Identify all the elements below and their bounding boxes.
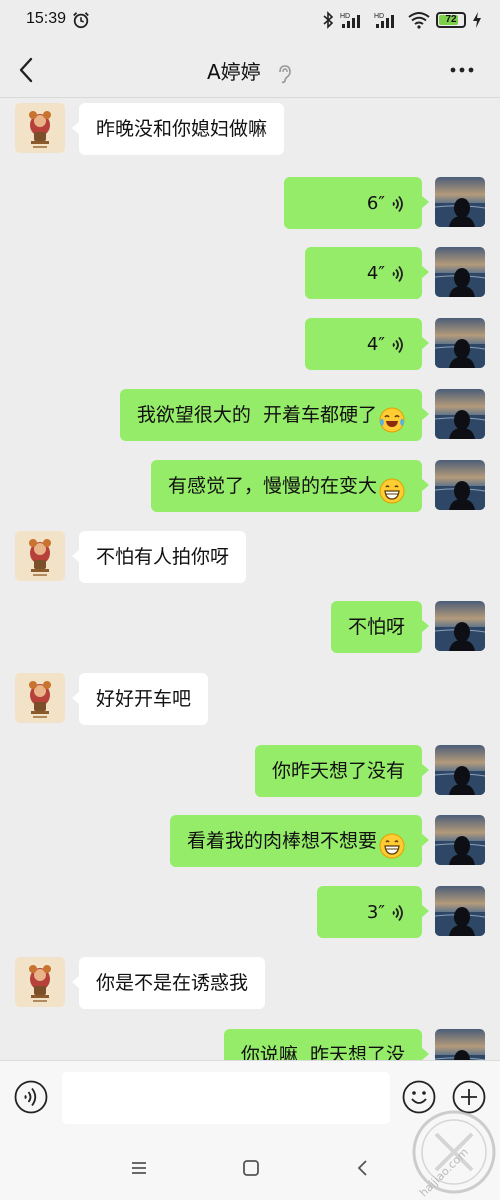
text-message-bubble[interactable]: 有感觉了，慢慢的在变大 [150,460,430,512]
alarm-icon [73,12,89,29]
message-text: 好好开车吧 [96,688,192,710]
message-text: 我欲望很大的 开着车都硬了 [136,404,377,426]
message-text: 昨晚没和你媳妇做嘛 [96,118,268,140]
grinning-emoji-icon [379,472,405,503]
text-message-bubble[interactable]: 你是不是在诱惑我 [71,957,266,1009]
voice-duration: 6″ [366,193,385,214]
home-icon[interactable] [240,1157,262,1179]
message-input[interactable] [62,1072,390,1124]
chat-title-area: A婷婷 [0,56,500,85]
text-message-bubble[interactable]: 好好开车吧 [71,673,209,725]
my-avatar[interactable] [435,886,485,936]
contact-avatar[interactable] [15,673,65,723]
my-avatar[interactable] [435,1029,485,1060]
my-avatar[interactable] [435,815,485,865]
text-message-bubble[interactable]: 不怕呀 [330,601,430,653]
message-row: 有感觉了，慢慢的在变大 [0,458,500,518]
crying-laughing-emoji-icon [379,401,405,432]
chat-title: A婷婷 [206,60,261,84]
message-row: 你昨天想了没有 [0,743,500,803]
message-row: 4″ [0,316,500,376]
my-avatar[interactable] [435,601,485,651]
recent-apps-icon[interactable] [128,1157,150,1179]
message-text: 不怕呀 [347,616,405,638]
message-row: 好好开车吧 [0,671,500,731]
voice-wave-icon [392,904,403,921]
message-text: 不怕有人拍你呀 [96,546,230,568]
more-options-icon[interactable] [448,56,476,84]
text-message-bubble[interactable]: 你昨天想了没有 [254,745,430,797]
message-row: 昨晚没和你媳妇做嘛 [0,101,500,161]
my-avatar[interactable] [435,177,485,227]
status-bar: 15:39 HD HD 72 [0,0,500,42]
message-text: 你说嘛 昨天想了没 [240,1044,405,1060]
message-row: 我欲望很大的 开着车都硬了 [0,387,500,447]
voice-input-icon[interactable] [14,1080,48,1114]
grinning-emoji-icon [379,827,405,858]
network-2-label: HD [374,13,384,20]
signal-icon-2: HD [374,13,394,28]
voice-wave-icon [392,195,403,212]
voice-message-bubble[interactable]: 3″ [317,886,429,938]
voice-wave-icon [392,265,403,282]
voice-duration: 4″ [366,263,385,284]
contact-avatar[interactable] [15,957,65,1007]
charging-icon [473,12,481,28]
my-avatar[interactable] [435,247,485,297]
chat-message-list[interactable]: 昨晚没和你媳妇做嘛 6″ 4″ 4″ 我欲望很大的 开着车都硬了 有感觉了，慢慢… [0,98,500,1060]
voice-message-bubble[interactable]: 4″ [305,318,429,370]
contact-avatar[interactable] [15,531,65,581]
message-text: 你昨天想了没有 [271,760,405,782]
text-message-bubble[interactable]: 看着我的肉棒想不想要 [169,815,430,867]
message-text: 有感觉了，慢慢的在变大 [167,475,377,497]
voice-message-bubble[interactable]: 4″ [305,247,429,299]
nav-back-icon[interactable] [352,1157,374,1179]
text-message-bubble[interactable]: 我欲望很大的 开着车都硬了 [119,389,430,441]
message-row: 你是不是在诱惑我 [0,955,500,1015]
bluetooth-icon [323,11,334,29]
message-row: 6″ [0,175,500,235]
voice-message-bubble[interactable]: 6″ [284,177,429,229]
contact-avatar[interactable] [15,103,65,153]
text-message-bubble[interactable]: 不怕有人拍你呀 [71,531,247,583]
message-text: 看着我的肉棒想不想要 [186,830,377,852]
message-row: 看着我的肉棒想不想要 [0,813,500,873]
ear-icon [279,64,291,83]
my-avatar[interactable] [435,389,485,439]
network-1-label: HD [340,13,350,20]
chat-header: A婷婷 [0,42,500,98]
message-row: 4″ [0,245,500,305]
my-avatar[interactable] [435,745,485,795]
text-message-bubble[interactable]: 昨晚没和你媳妇做嘛 [71,103,285,155]
voice-duration: 3″ [366,902,385,923]
voice-duration: 4″ [366,334,385,355]
voice-wave-icon [392,336,403,353]
message-row: 你说嘛 昨天想了没 [0,1027,500,1060]
battery-level: 72 [445,14,457,25]
watermark-logo: haijiao.com [392,1090,496,1199]
wifi-icon [408,12,430,29]
message-row: 3″ [0,884,500,944]
my-avatar[interactable] [435,460,485,510]
message-row: 不怕呀 [0,599,500,659]
signal-icon: HD [340,13,360,28]
message-row: 不怕有人拍你呀 [0,529,500,589]
text-message-bubble[interactable]: 你说嘛 昨天想了没 [223,1029,430,1060]
battery-indicator: 72 [436,12,466,28]
message-text: 你是不是在诱惑我 [96,972,249,994]
status-time: 15:39 [26,10,67,27]
status-icons: HD HD 72 [322,11,482,29]
my-avatar[interactable] [435,318,485,368]
